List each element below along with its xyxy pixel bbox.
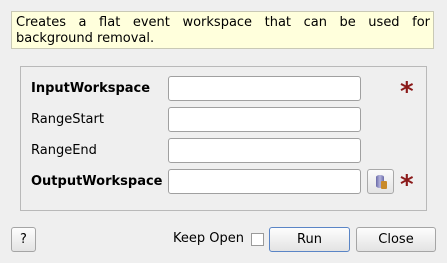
output-workspace-label: OutputWorkspace [31,174,163,189]
algorithm-description: Creates a flat event workspace that can … [11,11,434,49]
range-end-label: RangeEnd [31,143,97,158]
range-end-field[interactable] [168,138,361,163]
output-workspace-required-icon: * [400,170,414,200]
range-start-label: RangeStart [31,112,104,127]
keep-open-label: Keep Open [173,231,244,246]
range-start-field[interactable] [168,107,361,132]
help-button[interactable]: ? [11,227,36,252]
properties-group: InputWorkspace * RangeStart RangeEnd Out… [20,66,427,211]
database-icon-accent [381,181,387,189]
input-workspace-required-icon: * [400,77,414,107]
output-workspace-field[interactable] [168,169,361,194]
input-workspace-label: InputWorkspace [31,81,151,96]
run-button[interactable]: Run [269,227,350,252]
browse-workspace-button[interactable] [367,169,394,194]
keep-open-checkbox[interactable] [251,233,264,246]
input-workspace-field[interactable] [168,76,361,101]
close-button[interactable]: Close [356,227,436,252]
